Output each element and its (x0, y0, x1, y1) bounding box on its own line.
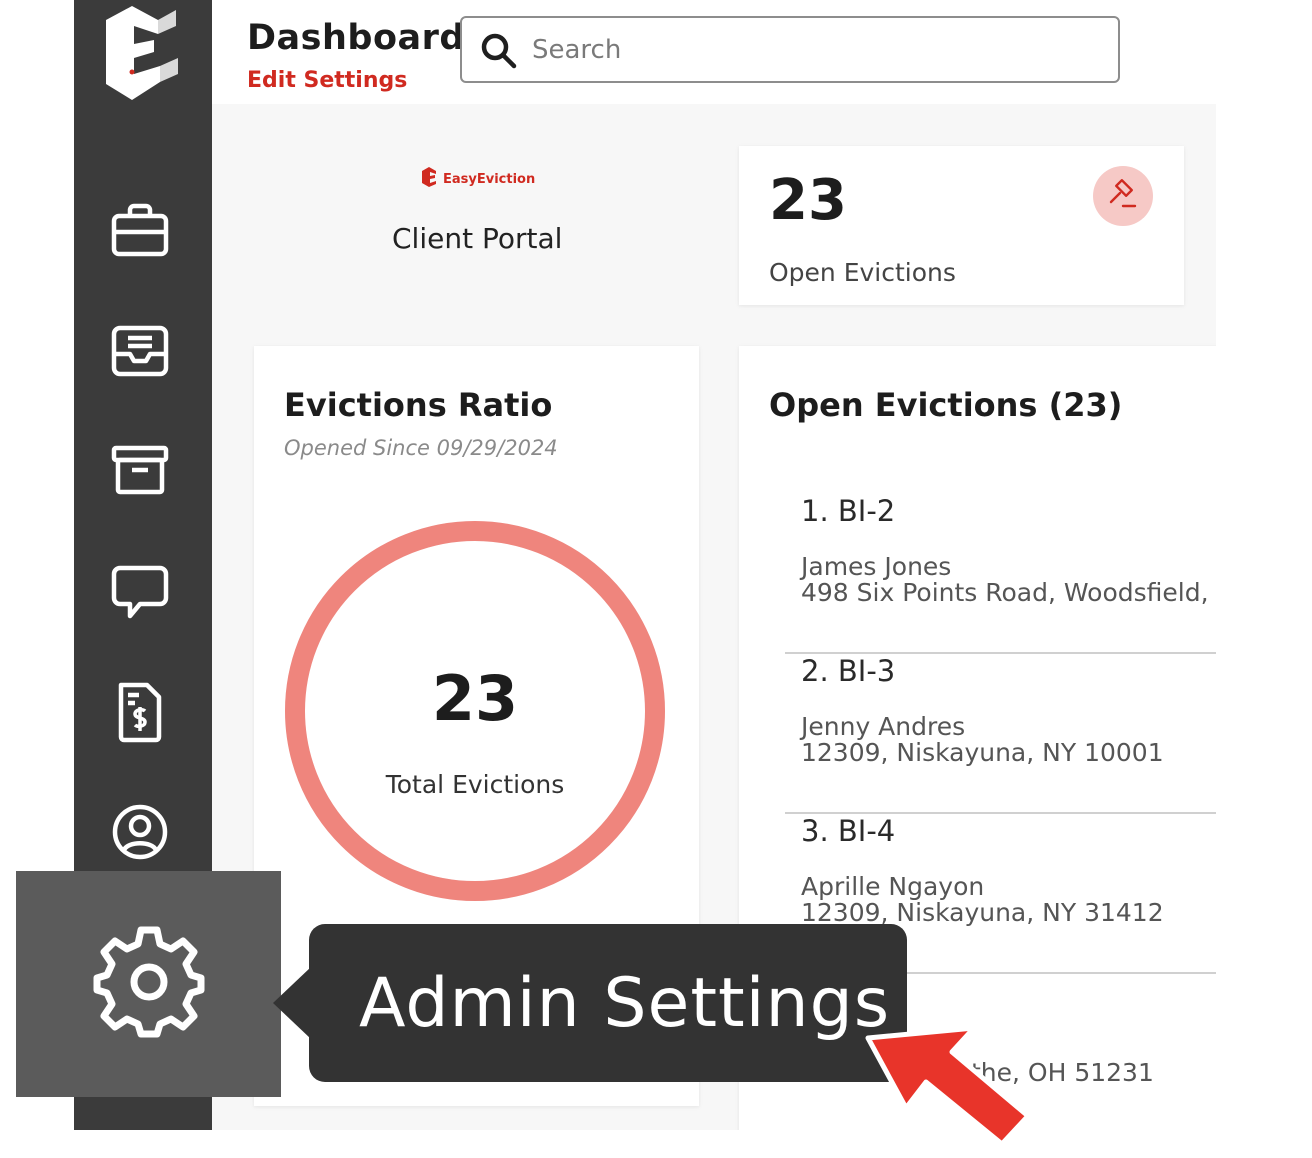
gear-icon (91, 924, 207, 1044)
evictions-ratio-subtitle: Opened Since 09/29/2024 (284, 436, 558, 460)
total-evictions-value: 23 (431, 662, 519, 735)
pointer-arrow-icon (865, 1025, 1031, 1147)
tenant-name: Aprille Ngayon (801, 872, 985, 901)
tenant-address: 12309, Niskayuna, NY 31412 (801, 898, 1164, 927)
tooltip-text: Admin Settings (359, 963, 891, 1043)
tenant-name: James Jones (801, 552, 952, 581)
portal-brand: EasyEviction (420, 166, 535, 192)
admin-settings-button[interactable] (16, 871, 281, 1097)
open-evictions-count: 23 (769, 168, 847, 233)
chat-bubble-icon (110, 562, 170, 626)
inbox-icon (110, 322, 170, 382)
eviction-id: 3. BI-4 (801, 814, 896, 848)
search-box[interactable] (460, 16, 1120, 83)
top-header: Dashboard Edit Settings (212, 0, 1216, 104)
edit-settings-link[interactable]: Edit Settings (247, 68, 407, 93)
open-evictions-list-title: Open Evictions (23) (769, 386, 1123, 424)
open-evictions-stat-card[interactable]: 23 Open Evictions (739, 146, 1184, 305)
sidebar-item-archive[interactable] (108, 440, 172, 504)
easyeviction-logo-icon (420, 166, 440, 192)
sidebar-item-profile[interactable] (108, 802, 172, 866)
total-evictions-label: Total Evictions (385, 770, 565, 799)
search-input[interactable] (532, 28, 1092, 72)
search-icon (480, 32, 518, 70)
brand-name: EasyEviction (443, 171, 536, 187)
evictions-ratio-title: Evictions Ratio (284, 386, 553, 424)
briefcase-icon (110, 202, 170, 262)
user-circle-icon (110, 802, 170, 866)
admin-settings-tooltip: Admin Settings (309, 924, 907, 1082)
sidebar-item-cases[interactable] (108, 200, 172, 264)
open-evictions-label: Open Evictions (769, 258, 956, 287)
gavel-icon (1107, 178, 1139, 214)
tenant-name: Jenny Andres (801, 712, 966, 741)
tenant-address: 498 Six Points Road, Woodsfield, OH (801, 578, 1216, 607)
sidebar-item-inbox[interactable] (108, 320, 172, 384)
eviction-id: 1. BI-2 (801, 494, 896, 528)
sidebar-item-billing[interactable] (108, 682, 172, 746)
portal-title: Client Portal (392, 222, 563, 255)
app-logo-icon[interactable] (98, 0, 184, 106)
eviction-id: 2. BI-3 (801, 654, 896, 688)
invoice-icon (115, 681, 165, 747)
gavel-badge (1093, 166, 1153, 226)
tooltip-arrow (273, 967, 311, 1039)
list-item[interactable]: 2. BI-3 Jenny Andres 12309, Niskayuna, N… (785, 654, 1216, 814)
list-item[interactable]: 1. BI-2 James Jones 498 Six Points Road,… (785, 494, 1216, 654)
sidebar-item-messages[interactable] (108, 562, 172, 626)
page-title: Dashboard (247, 18, 465, 58)
tenant-address: 12309, Niskayuna, NY 10001 (801, 738, 1164, 767)
archive-icon (110, 442, 170, 502)
